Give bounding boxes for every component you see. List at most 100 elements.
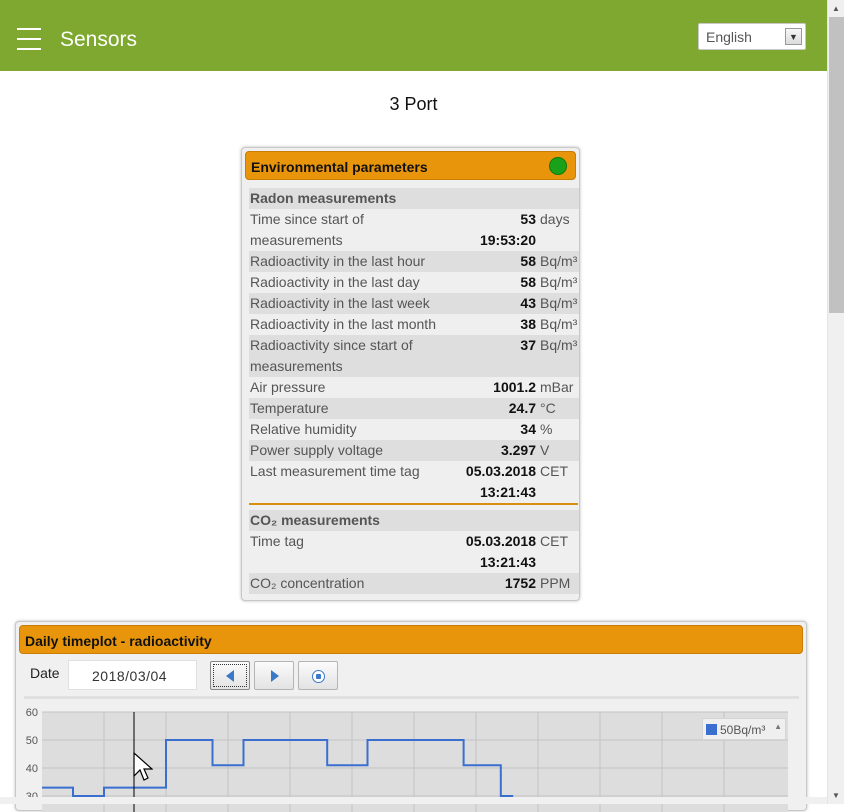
collapse-icon[interactable]: ▲ xyxy=(774,722,782,731)
radon-section-label: Radon measurements xyxy=(250,190,397,206)
previous-day-button[interactable] xyxy=(210,661,250,690)
environmental-parameters-card: Environmental parameters Radon measureme… xyxy=(241,147,580,601)
stop-icon xyxy=(312,670,325,683)
row-value: 05.03.2018 xyxy=(465,533,536,549)
env-card-title: Environmental parameters xyxy=(251,159,428,175)
row-label: measurements xyxy=(250,232,343,248)
row-value: 1001.2 xyxy=(493,379,536,395)
today-button[interactable] xyxy=(298,661,338,690)
table-row: 13:21:43 xyxy=(249,552,579,573)
row-unit: PPM xyxy=(540,575,571,591)
row-label: CO₂ concentration xyxy=(250,575,365,591)
row-value: 13:21:43 xyxy=(479,554,536,570)
bottom-scroll-strip xyxy=(0,797,827,804)
table-row: Temperature 24.7 °C xyxy=(249,398,579,419)
row-unit: Bq/m³ xyxy=(540,274,578,290)
co2-section-label: CO₂ measurements xyxy=(250,512,380,528)
row-value: 13:21:43 xyxy=(479,484,536,500)
table-row: Radioactivity since start of 37 Bq/m³ xyxy=(249,335,579,356)
env-card-header: Environmental parameters xyxy=(245,151,576,180)
scrollbar-thumb[interactable] xyxy=(829,17,844,313)
row-label: Radioactivity in the last hour xyxy=(250,253,426,269)
row-unit: Bq/m³ xyxy=(540,253,578,269)
scroll-down-icon[interactable]: ▼ xyxy=(828,787,844,804)
table-row: CO₂ concentration 1752 PPM xyxy=(249,573,579,594)
row-unit: CET xyxy=(540,533,568,549)
toolbar-divider xyxy=(24,696,799,699)
row-value: 53 xyxy=(520,211,536,227)
status-indicator-icon xyxy=(549,157,567,175)
row-label: Time tag xyxy=(250,533,304,549)
row-unit: Bq/m³ xyxy=(540,295,578,311)
language-select-value: English xyxy=(706,29,752,45)
row-value: 1752 xyxy=(504,575,536,591)
chart-card-header: Daily timeplot - radioactivity xyxy=(19,625,803,654)
row-unit: days xyxy=(540,211,570,227)
table-row: Radioactivity in the last hour 58 Bq/m³ xyxy=(249,251,579,272)
row-label: measurements xyxy=(250,358,343,374)
row-unit: Bq/m³ xyxy=(540,337,578,353)
date-label: Date xyxy=(30,665,60,681)
row-value: 58 xyxy=(520,253,536,269)
table-row: Power supply voltage 3.297 V xyxy=(249,440,579,461)
y-axis-ticks: 60504030 xyxy=(26,707,38,803)
top-bar: Sensors English ▼ xyxy=(0,0,827,71)
row-value: 19:53:20 xyxy=(479,232,536,248)
scroll-up-icon[interactable]: ▲ xyxy=(828,0,844,17)
row-value: 37 xyxy=(520,337,536,353)
table-row: Radioactivity in the last month 38 Bq/m³ xyxy=(249,314,579,335)
vertical-scrollbar[interactable]: ▲ ▼ xyxy=(827,0,844,804)
row-unit: % xyxy=(540,421,553,437)
row-value: 38 xyxy=(520,316,536,332)
row-value: 43 xyxy=(520,295,536,311)
row-label: Radioactivity in the last week xyxy=(250,295,430,311)
row-value: 58 xyxy=(520,274,536,290)
row-unit: Bq/m³ xyxy=(540,316,578,332)
hamburger-menu-icon[interactable] xyxy=(17,28,41,50)
row-label: Air pressure xyxy=(250,379,326,395)
row-label: Temperature xyxy=(250,400,329,416)
page-title: 3 Port xyxy=(389,94,438,114)
row-value: 24.7 xyxy=(508,400,536,416)
row-unit: mBar xyxy=(540,379,574,395)
date-input[interactable]: 2018/03/04 xyxy=(68,660,197,690)
table-row: Radioactivity in the last day 58 Bq/m³ xyxy=(249,272,579,293)
table-row: Relative humidity 34 % xyxy=(249,419,579,440)
table-row: Time tag 05.03.2018 CET xyxy=(249,531,579,552)
legend-label: 50Bq/m³ xyxy=(720,723,766,737)
table-row: Last measurement time tag 05.03.2018 CET xyxy=(249,461,579,482)
legend-swatch xyxy=(706,724,717,735)
row-label: Radioactivity in the last month xyxy=(250,316,436,332)
next-day-button[interactable] xyxy=(254,661,294,690)
co2-table: CO₂ measurements Time tag 05.03.2018 CET… xyxy=(249,510,579,594)
row-value: 3.297 xyxy=(500,442,536,458)
app-title: Sensors xyxy=(60,28,138,51)
table-row: measurements xyxy=(249,356,579,377)
row-unit: V xyxy=(540,442,550,458)
table-row: Time since start of 53 days xyxy=(249,209,579,230)
arrow-left-icon xyxy=(226,670,234,682)
row-unit: CET xyxy=(540,463,568,479)
language-select[interactable]: English ▼ xyxy=(698,23,806,50)
daily-timeplot-card: Daily timeplot - radioactivity Date 2018… xyxy=(15,621,807,812)
table-row: Air pressure 1001.2 mBar xyxy=(249,377,579,398)
row-label: Power supply voltage xyxy=(250,442,384,458)
table-row: 13:21:43 xyxy=(249,482,579,503)
y-tick-label: 50 xyxy=(26,735,38,747)
y-tick-label: 60 xyxy=(26,707,38,719)
section-divider xyxy=(249,503,578,505)
chart-legend[interactable]: 50Bq/m³ ▲ xyxy=(702,718,786,740)
row-label: Last measurement time tag xyxy=(250,463,420,479)
table-row: Radioactivity in the last week 43 Bq/m³ xyxy=(249,293,579,314)
radon-table: Radon measurements Time since start of 5… xyxy=(249,188,579,503)
radon-section-header: Radon measurements xyxy=(249,188,579,209)
table-row: measurements 19:53:20 xyxy=(249,230,579,251)
row-label: Radioactivity since start of xyxy=(250,337,413,353)
chart-card-title: Daily timeplot - radioactivity xyxy=(25,633,212,649)
arrow-right-icon xyxy=(271,670,279,682)
row-unit: °C xyxy=(540,400,556,416)
chevron-down-icon[interactable]: ▼ xyxy=(785,28,802,45)
y-tick-label: 40 xyxy=(26,763,38,775)
mouse-cursor-icon xyxy=(133,752,153,781)
row-label: Time since start of xyxy=(250,211,364,227)
